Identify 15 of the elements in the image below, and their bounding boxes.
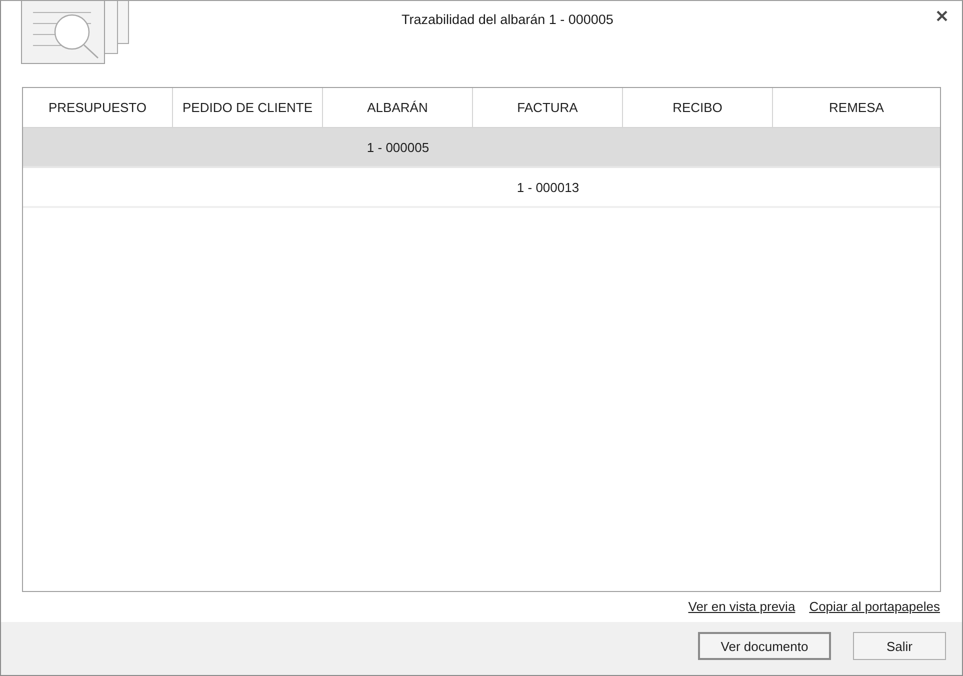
column-header[interactable]: ALBARÁN [323, 88, 473, 127]
table-cell-text: 1 - 000005 [366, 138, 430, 156]
column-header[interactable]: REMESA [773, 88, 940, 127]
window-title: Trazabilidad del albarán 1 - 000005 [400, 12, 614, 27]
text-link[interactable]: Ver en vista previa [688, 598, 796, 615]
column-header[interactable]: PRESUPUESTO [23, 88, 173, 127]
column-header[interactable]: FACTURA [473, 88, 623, 127]
view-document-button[interactable]: Ver documento [698, 632, 831, 660]
exit-button[interactable]: Salir [853, 632, 946, 660]
table-cell-text: 1 - 000013 [516, 178, 580, 196]
column-header[interactable]: PEDIDO DE CLIENTE [173, 88, 323, 127]
close-icon[interactable] [936, 10, 948, 22]
column-header[interactable]: RECIBO [623, 88, 773, 127]
text-link[interactable]: Copiar al portapapeles [809, 598, 940, 615]
table-row[interactable]: 1 - 000005 [23, 128, 940, 168]
